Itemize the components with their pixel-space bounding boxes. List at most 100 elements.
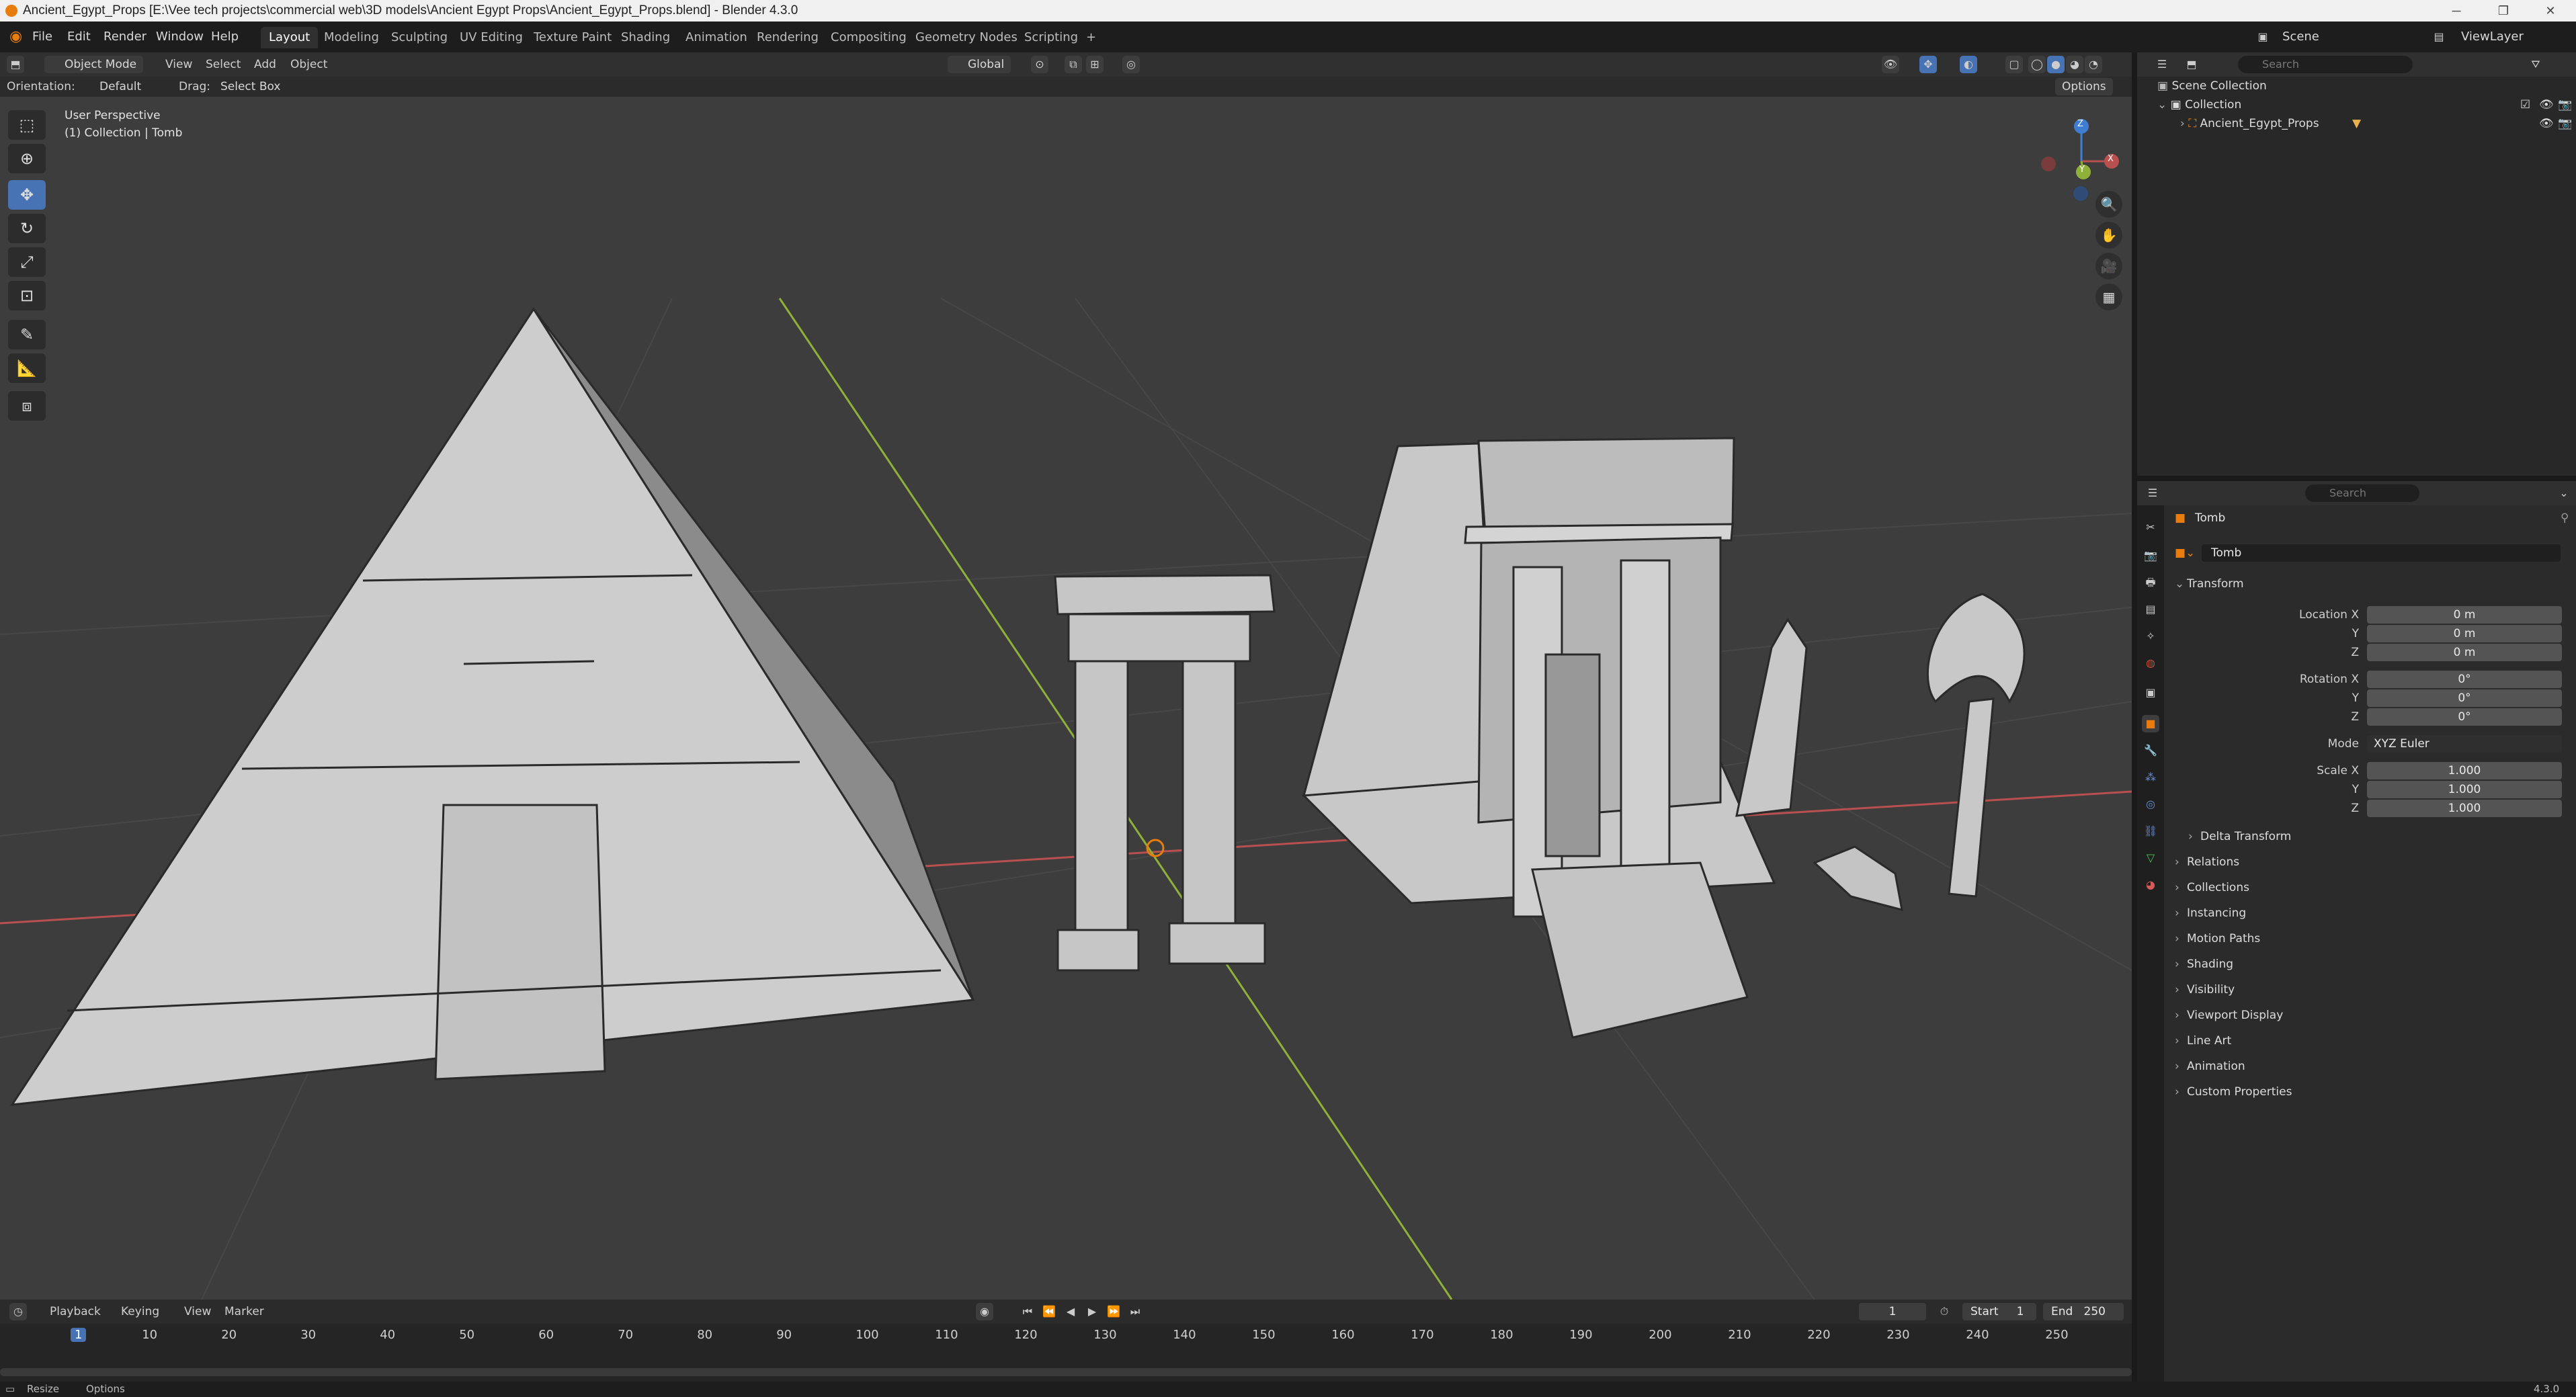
- auto-keying-icon[interactable]: ◉: [976, 1303, 993, 1320]
- timeline-editor-type-icon[interactable]: ◷: [9, 1303, 27, 1320]
- playback-menu[interactable]: Playback: [50, 1303, 101, 1320]
- orientation-selector[interactable]: Default: [77, 78, 149, 95]
- play-reverse-icon[interactable]: ◀: [1062, 1303, 1079, 1320]
- preview-range-icon[interactable]: ⏱: [1936, 1303, 1953, 1320]
- jump-keyframe-forward-icon[interactable]: ⏩: [1105, 1303, 1122, 1320]
- scene-selector[interactable]: Scene: [2277, 28, 2325, 46]
- properties-search-input[interactable]: Search: [2305, 484, 2419, 502]
- tab-sculpting[interactable]: Sculpting: [383, 27, 456, 48]
- tab-geometry-nodes[interactable]: Geometry Nodes: [907, 27, 1026, 48]
- measure-tool-icon[interactable]: 📐: [8, 353, 46, 383]
- custom-properties-panel[interactable]: › Custom Properties: [2175, 1082, 2565, 1102]
- tool-tab-icon[interactable]: ✂: [2142, 519, 2159, 536]
- hide-eye-icon[interactable]: 👁: [2539, 114, 2554, 133]
- gizmo-toggle-icon[interactable]: ✥: [1919, 56, 1937, 73]
- play-icon[interactable]: ▶: [1083, 1303, 1101, 1320]
- location-y-field[interactable]: 0 m: [2367, 625, 2562, 642]
- exclude-checkbox-icon[interactable]: ☑: [2520, 95, 2530, 114]
- 3d-viewport[interactable]: ⬚ ⊕ ✥ ↻ ⤢ ⊡ ✎ 📐 ⧈ User Perspective (1) C…: [0, 97, 2132, 1300]
- camera-view-icon[interactable]: 🎥: [2095, 253, 2122, 280]
- pivot-point-icon[interactable]: ⊙: [1031, 56, 1048, 73]
- properties-editor-icon[interactable]: ☰: [2144, 484, 2161, 502]
- display-mode-icon[interactable]: ⬒: [2183, 56, 2200, 73]
- particles-tab-icon[interactable]: ⁂: [2142, 769, 2159, 786]
- shading-panel[interactable]: › Shading: [2175, 954, 2565, 974]
- solid-shading-icon[interactable]: ●: [2047, 56, 2065, 73]
- view-layer-tab-icon[interactable]: ▤: [2142, 601, 2159, 618]
- render-camera-icon[interactable]: 📷: [2558, 95, 2572, 114]
- add-cube-tool-icon[interactable]: ⧈: [8, 391, 46, 421]
- menu-file[interactable]: File: [27, 28, 58, 46]
- tab-rendering[interactable]: Rendering: [749, 27, 827, 48]
- expand-chevron-icon[interactable]: ⌄: [2157, 98, 2171, 112]
- cursor-tool-icon[interactable]: ⊕: [8, 144, 46, 173]
- pan-hand-icon[interactable]: ✋: [2095, 222, 2122, 249]
- close-button[interactable]: ✕: [2527, 0, 2574, 22]
- tab-modeling[interactable]: Modeling: [316, 27, 387, 48]
- tab-layout[interactable]: Layout: [261, 27, 319, 48]
- timeline-view-menu[interactable]: View: [184, 1303, 211, 1320]
- timeline-ruler[interactable]: 1 10 20 30 40 50 60 70 80 90 100 110 120 130 140 150 160…: [0, 1324, 2132, 1382]
- menu-view[interactable]: View: [165, 56, 192, 73]
- rotation-y-field[interactable]: 0°: [2367, 689, 2562, 707]
- wireframe-shading-icon[interactable]: ◯: [2028, 56, 2046, 73]
- motion-paths-panel[interactable]: › Motion Paths: [2175, 929, 2565, 949]
- snap-icon[interactable]: ⧉: [1065, 56, 1082, 73]
- add-workspace-button[interactable]: +: [1078, 27, 1104, 48]
- visibility-icon[interactable]: 👁: [1882, 56, 1899, 73]
- scale-y-field[interactable]: 1.000: [2367, 781, 2562, 798]
- animation-panel[interactable]: › Animation: [2175, 1056, 2565, 1076]
- collapsed-chevron-icon[interactable]: ›: [2180, 117, 2188, 130]
- object-tab-icon[interactable]: ■: [2142, 715, 2159, 732]
- render-camera-icon[interactable]: 📷: [2558, 114, 2572, 133]
- scale-x-field[interactable]: 1.000: [2367, 762, 2562, 779]
- rotation-mode-dropdown[interactable]: XYZ Euler: [2367, 735, 2562, 753]
- filter-icon[interactable]: ⛛: [2527, 56, 2544, 73]
- jump-end-icon[interactable]: ⏭: [1126, 1303, 1144, 1320]
- jump-start-icon[interactable]: ⏮: [1019, 1303, 1036, 1320]
- line-art-panel[interactable]: › Line Art: [2175, 1031, 2565, 1051]
- current-frame-field[interactable]: 1: [1859, 1303, 1926, 1320]
- overlays-toggle-icon[interactable]: ◐: [1960, 56, 1977, 73]
- location-z-field[interactable]: 0 m: [2367, 644, 2562, 661]
- rotation-z-field[interactable]: 0°: [2367, 708, 2562, 726]
- render-tab-icon[interactable]: 📷: [2142, 547, 2159, 564]
- collections-panel[interactable]: › Collections: [2175, 878, 2565, 898]
- menu-select[interactable]: Select: [206, 56, 241, 73]
- world-tab-icon[interactable]: ◍: [2142, 654, 2159, 672]
- snap-target-icon[interactable]: ⊞: [1086, 56, 1104, 73]
- menu-object[interactable]: Object: [290, 56, 327, 73]
- pin-icon[interactable]: ⚲: [2561, 509, 2569, 527]
- tab-uv-editing[interactable]: UV Editing: [452, 27, 531, 48]
- transform-panel-header[interactable]: ⌄ Transform: [2175, 574, 2565, 594]
- material-shading-icon[interactable]: ◕: [2066, 56, 2083, 73]
- area-divider[interactable]: [2132, 52, 2137, 1382]
- rotate-tool-icon[interactable]: ↻: [8, 214, 46, 243]
- relations-panel[interactable]: › Relations: [2175, 852, 2565, 872]
- tab-texture-paint[interactable]: Texture Paint: [526, 27, 620, 48]
- tab-shading[interactable]: Shading: [613, 27, 678, 48]
- material-tab-icon[interactable]: ◕: [2142, 876, 2159, 894]
- constraints-tab-icon[interactable]: ⛓: [2142, 822, 2159, 840]
- proportional-edit-icon[interactable]: ◎: [1122, 56, 1140, 73]
- menu-window[interactable]: Window: [151, 28, 209, 46]
- hide-eye-icon[interactable]: 👁: [2539, 95, 2554, 114]
- end-frame-field[interactable]: End 250: [2043, 1303, 2124, 1320]
- marker-menu[interactable]: Marker: [224, 1303, 264, 1320]
- menu-help[interactable]: Help: [206, 28, 244, 46]
- drag-selector[interactable]: Select Box: [214, 78, 288, 95]
- tab-animation[interactable]: Animation: [677, 27, 755, 48]
- menu-add[interactable]: Add: [254, 56, 276, 73]
- scale-z-field[interactable]: 1.000: [2367, 800, 2562, 817]
- select-box-tool-icon[interactable]: ⬚: [8, 110, 46, 140]
- zoom-icon[interactable]: 🔍: [2095, 191, 2122, 218]
- rotation-x-field[interactable]: 0°: [2367, 671, 2562, 688]
- physics-tab-icon[interactable]: ◎: [2142, 796, 2159, 813]
- outliner-ancient-egypt-props[interactable]: › ⛶ Ancient_Egypt_Props ▼ 👁 📷: [2137, 114, 2576, 133]
- minimize-button[interactable]: ─: [2433, 0, 2480, 22]
- keying-menu[interactable]: Keying: [121, 1303, 159, 1320]
- navigation-gizmo[interactable]: Z X Y: [2036, 110, 2130, 204]
- object-name-field[interactable]: Tomb: [2202, 544, 2561, 562]
- delta-transform-subpanel[interactable]: › Delta Transform: [2188, 827, 2576, 847]
- options-button[interactable]: Options: [2055, 78, 2113, 95]
